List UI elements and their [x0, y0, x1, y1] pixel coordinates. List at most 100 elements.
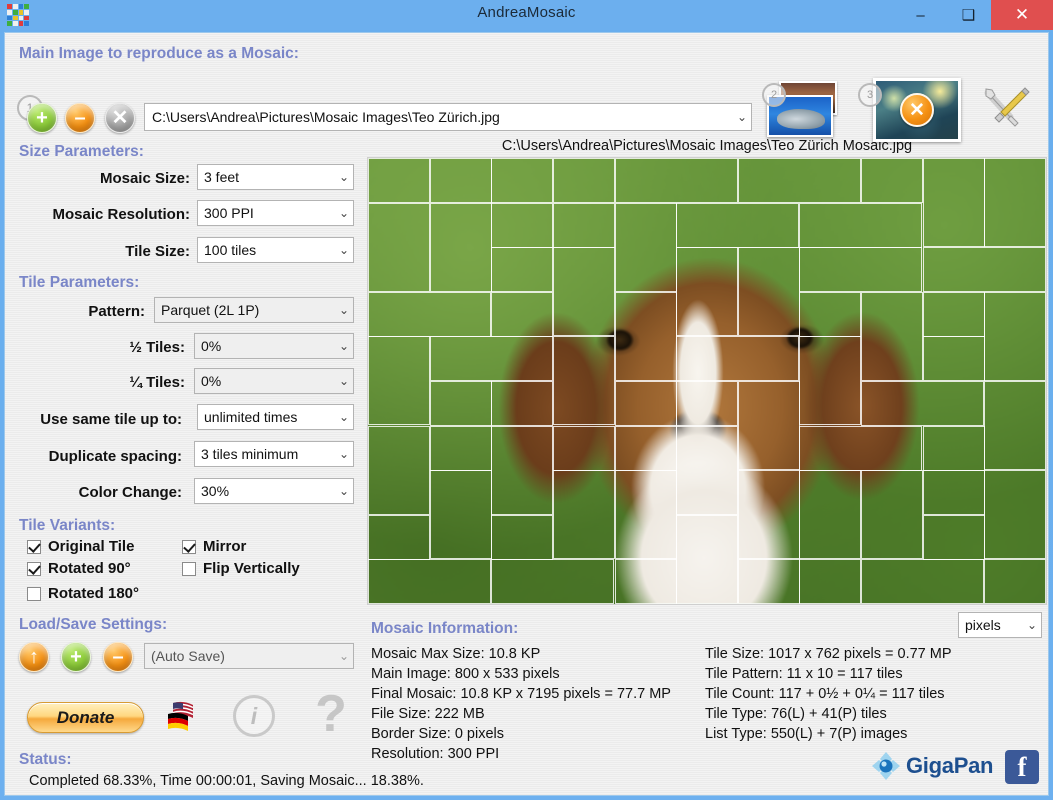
color-change-combo[interactable]: 30% ⌄ — [194, 478, 354, 504]
chevron-down-icon: ⌄ — [338, 206, 349, 220]
settings-preset-value: (Auto Save) — [151, 648, 225, 664]
donate-button[interactable]: Donate — [27, 702, 144, 733]
checkbox-icon[interactable] — [27, 561, 41, 576]
half-tiles-label: ½ Tiles: — [129, 339, 185, 356]
info-line: List Type: 550(L) + 7(P) images — [705, 726, 908, 742]
chevron-down-icon: ⌄ — [736, 110, 747, 124]
tile-variant-label: Flip Vertically — [203, 560, 300, 577]
add-main-image-button[interactable]: + — [27, 103, 57, 133]
main-image-section-label: Main Image to reproduce as a Mosaic: — [19, 45, 299, 62]
wrench-screwdriver-icon — [984, 87, 1030, 127]
info-line: Border Size: 0 pixels — [371, 726, 504, 742]
half-tiles-value: 0% — [201, 338, 222, 354]
cancel-mosaic-icon[interactable]: ✕ — [900, 93, 934, 127]
info-line: Tile Count: 117 + 0½ + 0¼ = 117 tiles — [705, 686, 945, 702]
chevron-down-icon: ⌄ — [338, 170, 349, 184]
load-save-section-label: Load/Save Settings: — [19, 616, 168, 633]
pattern-label: Pattern: — [88, 303, 145, 320]
status-text: Completed 68.33%, Time 00:00:01, Saving … — [29, 773, 424, 789]
tile-variant-label: Rotated 90° — [48, 560, 131, 577]
quarter-tiles-combo[interactable]: 0% ⌄ — [194, 368, 354, 394]
tile-parameters-section-label: Tile Parameters: — [19, 274, 140, 291]
pattern-combo[interactable]: Parquet (2L 1P) ⌄ — [154, 297, 354, 323]
application-window: AndreaMosaic – ❑ ✕ Main Image to reprodu… — [0, 0, 1053, 800]
mosaic-size-combo[interactable]: 3 feet ⌄ — [197, 164, 354, 190]
title-bar: AndreaMosaic – ❑ ✕ — [0, 0, 1053, 30]
step-3-badge: 3 — [858, 83, 882, 107]
info-line: File Size: 222 MB — [371, 706, 485, 722]
chevron-down-icon: ⌄ — [338, 410, 349, 424]
chevron-down-icon: ⌄ — [338, 303, 349, 317]
tile-variant-rotated-90[interactable]: Rotated 90° — [27, 560, 131, 577]
facebook-link[interactable]: f — [1005, 750, 1039, 784]
tile-size-combo[interactable]: 100 tiles ⌄ — [197, 237, 354, 263]
size-parameters-section-label: Size Parameters: — [19, 143, 144, 160]
step-2-badge: 2 — [762, 83, 786, 107]
use-same-tile-value: unlimited times — [204, 409, 298, 425]
checkbox-icon[interactable] — [27, 586, 41, 601]
chevron-down-icon: ⌄ — [338, 484, 349, 498]
mosaic-information-left-column: Mosaic Max Size: 10.8 KP Main Image: 800 … — [371, 644, 671, 764]
mosaic-information-right-column: Tile Size: 1017 x 762 pixels = 0.77 MP Ti… — [705, 644, 952, 744]
mosaic-preview-image[interactable] — [367, 157, 1047, 605]
info-line: Tile Pattern: 11 x 10 = 117 tiles — [705, 666, 903, 682]
client-area: Main Image to reproduce as a Mosaic: 1 +… — [4, 32, 1049, 796]
mosaic-resolution-value: 300 PPI — [204, 205, 254, 221]
mosaic-size-label: Mosaic Size: — [99, 170, 190, 187]
load-settings-button[interactable]: ↑ — [19, 642, 49, 672]
checkbox-icon[interactable] — [27, 539, 41, 554]
chevron-down-icon: ⌄ — [338, 243, 349, 257]
checkbox-icon[interactable] — [182, 539, 196, 554]
help-button[interactable]: ? — [308, 688, 354, 740]
main-image-path-combo[interactable]: C:\Users\Andrea\Pictures\Mosaic Images\T… — [144, 103, 752, 131]
clear-main-image-button[interactable]: ✕ — [105, 103, 135, 133]
pattern-value: Parquet (2L 1P) — [161, 302, 260, 318]
tile-variant-flip-vertically[interactable]: Flip Vertically — [182, 560, 300, 577]
units-combo[interactable]: pixels ⌄ — [958, 612, 1042, 638]
tile-variant-label: Original Tile — [48, 538, 135, 555]
color-change-value: 30% — [201, 483, 230, 499]
mosaic-thumbnail-button[interactable]: ✕ — [873, 78, 961, 142]
tools-button[interactable] — [980, 83, 1032, 135]
minimize-button[interactable]: – — [898, 0, 943, 30]
close-button[interactable]: ✕ — [991, 0, 1053, 30]
tile-variant-label: Rotated 180° — [48, 585, 140, 602]
remove-main-image-button[interactable]: – — [65, 103, 95, 133]
checkbox-icon[interactable] — [182, 561, 196, 576]
gigapan-icon — [871, 751, 901, 781]
status-section-label: Status: — [19, 751, 72, 768]
duplicate-spacing-label: Duplicate spacing: — [48, 448, 182, 465]
chevron-down-icon: ⌄ — [1026, 618, 1037, 632]
maximize-button[interactable]: ❑ — [946, 0, 991, 30]
duplicate-spacing-value: 3 tiles minimum — [201, 446, 299, 462]
preview-photo-blaze — [668, 288, 728, 458]
tile-variant-mirror[interactable]: Mirror — [182, 538, 246, 555]
info-button[interactable]: i — [233, 695, 275, 737]
info-line: Tile Type: 76(L) + 41(P) tiles — [705, 706, 887, 722]
mosaic-resolution-combo[interactable]: 300 PPI ⌄ — [197, 200, 354, 226]
gigapan-label: GigaPan — [906, 753, 994, 778]
units-value: pixels — [965, 617, 1001, 633]
chevron-down-icon: ⌄ — [338, 374, 349, 388]
duplicate-spacing-combo[interactable]: 3 tiles minimum ⌄ — [194, 441, 354, 467]
window-title: AndreaMosaic — [477, 4, 576, 21]
chevron-down-icon: ⌄ — [338, 339, 349, 353]
tile-variant-label: Mirror — [203, 538, 247, 555]
tile-variant-rotated-180[interactable]: Rotated 180° — [27, 585, 139, 602]
color-change-label: Color Change: — [78, 484, 182, 501]
flags-us-de-icon[interactable] — [163, 700, 205, 732]
mosaic-resolution-label: Mosaic Resolution: — [52, 206, 190, 223]
settings-preset-combo[interactable]: (Auto Save) ⌄ — [144, 643, 354, 669]
save-settings-button[interactable]: + — [61, 642, 91, 672]
use-same-tile-combo[interactable]: unlimited times ⌄ — [197, 404, 354, 430]
tile-variant-original-tile[interactable]: Original Tile — [27, 538, 134, 555]
chevron-down-icon: ⌄ — [338, 649, 349, 663]
info-line: Final Mosaic: 10.8 KP x 7195 pixels = 77… — [371, 686, 671, 702]
gigapan-link[interactable]: GigaPan — [871, 751, 993, 781]
info-line: Resolution: 300 PPI — [371, 746, 500, 762]
info-line: Mosaic Max Size: 10.8 KP — [371, 646, 541, 662]
half-tiles-combo[interactable]: 0% ⌄ — [194, 333, 354, 359]
tile-variants-section-label: Tile Variants: — [19, 517, 116, 534]
main-image-path-value: C:\Users\Andrea\Pictures\Mosaic Images\T… — [152, 109, 500, 125]
delete-settings-button[interactable]: – — [103, 642, 133, 672]
